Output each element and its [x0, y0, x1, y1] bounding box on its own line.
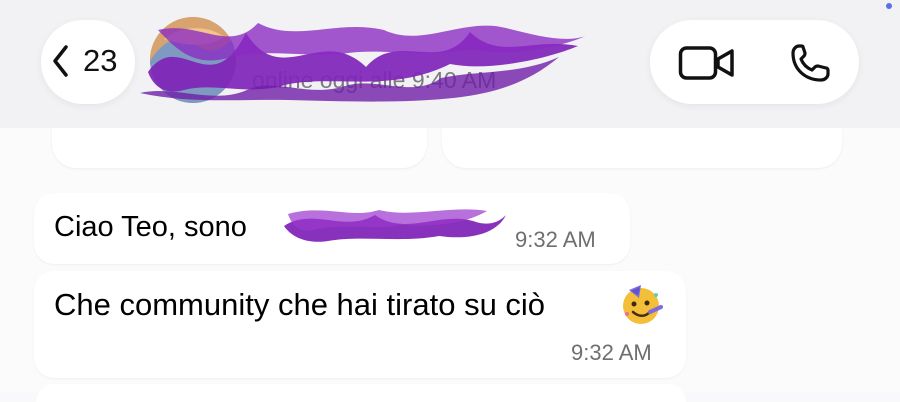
avatar-image: [150, 17, 236, 103]
phone-call-icon[interactable]: [787, 41, 833, 85]
next-message-bubble[interactable]: [36, 384, 686, 402]
avatar[interactable]: [150, 17, 236, 103]
status-dot: [886, 3, 892, 9]
chevron-left-icon: [53, 45, 68, 77]
contact-status: online oggi alle 9:40 AM: [252, 67, 497, 93]
message-time: 9:32 AM: [571, 340, 652, 365]
previous-message-card: [52, 128, 427, 168]
message-text: Che community che hai tirato su ciò: [54, 287, 546, 322]
message-time: 9:32 AM: [515, 227, 596, 252]
unread-count: 23: [83, 43, 118, 78]
party-face-emoji: [623, 285, 663, 324]
previous-message-card: [442, 128, 842, 168]
video-call-icon[interactable]: [678, 44, 736, 82]
message-text: Ciao Teo, sono: [54, 211, 247, 243]
